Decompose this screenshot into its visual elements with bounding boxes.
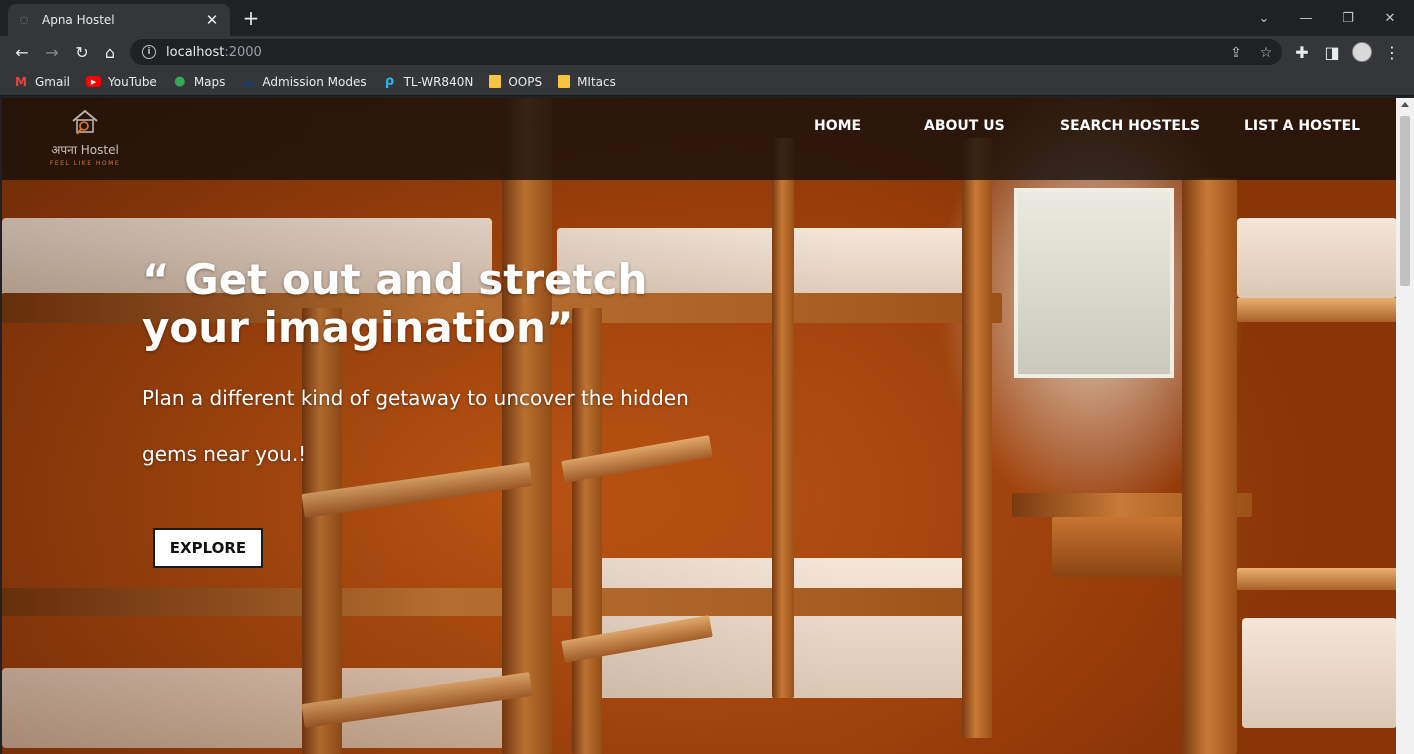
reload-icon[interactable]: ↻ [70,40,94,64]
side-panel-icon[interactable]: ◨ [1320,40,1344,64]
folder-icon [558,75,571,88]
bookmark-label: MItacs [577,74,616,89]
menu-kebab-icon[interactable]: ⋮ [1380,40,1404,64]
minimize-icon[interactable]: — [1286,0,1326,36]
new-tab-icon[interactable]: + [240,8,262,30]
back-icon[interactable]: ← [10,40,34,64]
browser-tabstrip: ◌ Apna Hostel ✕ + ⌄ — ❐ ✕ [0,0,1414,36]
home-icon[interactable]: ⌂ [98,40,122,64]
bookmark-tl-wr840n[interactable]: ρ TL-WR840N [383,74,474,89]
page-scrollbar[interactable] [1396,98,1414,754]
url-port: :2000 [224,44,262,60]
maps-icon: ● [174,74,186,89]
bookmark-label: Admission Modes [262,74,367,89]
nav-search-hostels[interactable]: SEARCH HOSTELS [1060,118,1200,134]
logo-brand-text: अपना Hostel [51,143,119,157]
scrollbar-thumb[interactable] [1400,116,1410,286]
house-logo-icon [72,109,98,135]
hero-subtitle: Plan a different kind of getaway to unco… [142,370,722,482]
youtube-icon: ▶ [86,76,102,87]
nav-home[interactable]: HOME [814,118,861,134]
cloud-icon: ☁ [241,73,256,90]
site-logo[interactable]: अपना Hostel FEEL LIKE HOME [40,108,130,170]
hero-title-line1: “ Get out and stretch [142,255,648,304]
page-viewport: अपना Hostel FEEL LIKE HOME HOME ABOUT US… [2,98,1396,754]
address-bar[interactable]: i localhost:2000 ⇪ ☆ [130,39,1282,65]
bookmarks-bar: M Gmail ▶ YouTube ● Maps ☁ Admission Mod… [0,68,1414,96]
site-info-icon[interactable]: i [142,45,156,59]
close-window-icon[interactable]: ✕ [1370,0,1410,36]
bookmark-star-icon[interactable]: ☆ [1256,43,1276,63]
close-tab-icon[interactable]: ✕ [204,11,220,29]
bookmark-label: TL-WR840N [403,74,474,89]
bookmark-label: Maps [193,74,226,89]
url-host: localhost [166,44,225,60]
browser-toolbar: ← → ↻ ⌂ i localhost:2000 ⇪ ☆ ✚ ◨ ⋮ [0,36,1414,68]
bookmark-label: Gmail [35,74,71,89]
bookmark-gmail[interactable]: M Gmail [14,75,70,89]
scroll-up-arrow-icon[interactable] [1401,102,1409,107]
tplink-icon: ρ [384,74,395,89]
forward-icon[interactable]: → [40,40,64,64]
hero-subtitle-line1: Plan a different kind of getaway to unco… [142,386,689,410]
tab-search-icon[interactable]: ⌄ [1244,0,1284,36]
share-icon[interactable]: ⇪ [1226,43,1246,63]
browser-tab[interactable]: ◌ Apna Hostel ✕ [8,4,230,36]
explore-button[interactable]: EXPLORE [153,528,263,568]
bookmark-oops[interactable]: OOPS [489,75,542,89]
globe-icon: ◌ [19,14,29,26]
bookmark-label: OOPS [508,74,543,89]
bookmark-mitacs[interactable]: MItacs [558,75,616,89]
gmail-icon: M [15,74,27,89]
folder-icon [489,75,502,88]
bookmark-youtube[interactable]: ▶ YouTube [86,75,157,89]
restore-icon[interactable]: ❐ [1328,0,1368,36]
profile-avatar[interactable] [1350,40,1374,64]
bookmark-admission-modes[interactable]: ☁ Admission Modes [241,73,367,90]
site-navbar: अपना Hostel FEEL LIKE HOME HOME ABOUT US… [2,98,1396,180]
tab-title: Apna Hostel [42,13,115,27]
extensions-icon[interactable]: ✚ [1290,40,1314,64]
hero-subtitle-line2: gems near you.! [142,442,307,466]
nav-about-us[interactable]: ABOUT US [924,118,1005,134]
bookmark-label: YouTube [108,74,157,89]
hero-title: “ Get out and stretch your imagination” [142,256,702,352]
hero-title-line2: your imagination” [142,303,574,352]
nav-list-a-hostel[interactable]: LIST A HOSTEL [1244,118,1360,134]
bookmark-maps[interactable]: ● Maps [173,74,226,89]
logo-tagline: FEEL LIKE HOME [49,160,121,167]
